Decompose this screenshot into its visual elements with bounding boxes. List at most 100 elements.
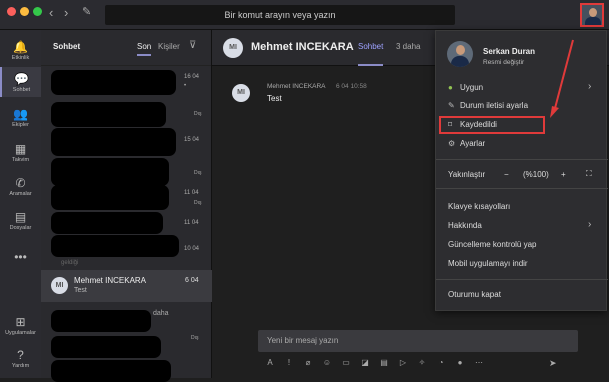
external-badge: Dış	[194, 200, 202, 206]
close-window-button[interactable]	[7, 7, 16, 16]
more-tabs-button[interactable]: 3 daha	[396, 42, 420, 51]
command-search-input[interactable]: Bir komut arayın veya yazın	[105, 5, 455, 25]
redacted-chat-item[interactable]	[51, 128, 176, 156]
rail-item-more[interactable]: •••	[0, 245, 41, 275]
sticker-icon[interactable]: ◪	[360, 358, 370, 368]
rail-item-ekipler[interactable]: 👥 Ekipler	[0, 102, 41, 132]
status-available-icon: ●	[448, 83, 453, 92]
keyboard-shortcuts-menu-item[interactable]: Klavye kısayolları	[448, 202, 510, 211]
chat-indicator: •	[184, 83, 187, 89]
chat-date: 16 04	[184, 74, 200, 80]
redacted-chat-item[interactable]	[51, 185, 169, 210]
status-message-menu-item[interactable]: ✎ Durum iletisi ayarla	[448, 101, 528, 110]
rail-item-label: Ekipler	[12, 122, 29, 128]
divider	[436, 159, 608, 160]
app-icon[interactable]: ●	[455, 358, 465, 368]
more-icon: •••	[14, 250, 27, 264]
rail-item-yardım[interactable]: ? Yardım	[0, 348, 41, 370]
profile-menu: Serkan Duran Resmi değiştir ● Uygun › ✎ Du…	[435, 30, 608, 311]
mobile-app-menu-item[interactable]: Mobil uygulamayı indir	[448, 259, 528, 268]
rail-item-etkinlik[interactable]: 🔔 Etkinlik	[0, 35, 41, 65]
redacted-chat-item[interactable]	[51, 102, 166, 127]
avatar: MI	[232, 84, 250, 102]
edit-message-icon: ✎	[448, 101, 455, 110]
attach-icon[interactable]: ⌀	[303, 358, 313, 368]
compose-toolbar: A ! ⌀ ☺ ▭ ◪ ▤ ▷ ✧ ◔ ● ⋯	[265, 358, 484, 370]
status-menu-item[interactable]: ● Uygun	[448, 83, 483, 92]
gear-icon: ⚙	[448, 139, 456, 148]
chat-date: 15 04	[184, 137, 200, 143]
rail-item-label: Dosyalar	[9, 225, 32, 231]
tab-contacts[interactable]: Kişiler	[158, 42, 180, 51]
rail-item-label: Uygulamalar	[5, 330, 36, 336]
redacted-chat-item[interactable]	[51, 70, 176, 95]
forward-icon[interactable]: ›	[64, 6, 68, 19]
tab-recent[interactable]: Son	[137, 42, 152, 56]
title-bar: ‹ › ✎ Bir komut arayın veya yazın	[0, 0, 609, 30]
chat-preview-partial: geldiği	[61, 260, 79, 266]
send-icon[interactable]: ➤	[549, 358, 557, 369]
back-icon[interactable]: ‹	[49, 6, 53, 19]
chat-list-title: Sohbet	[53, 42, 81, 51]
settings-menu-item[interactable]: ⚙ Ayarlar	[448, 139, 485, 148]
external-badge: Dış	[194, 170, 202, 176]
stream-icon[interactable]: ▷	[398, 358, 408, 368]
zoom-level: (%100)	[523, 170, 549, 179]
chat-item-preview: Test	[74, 287, 87, 294]
app-rail: 🔔 Etkinlik 💬 Sohbet 👥 Ekipler ▦ Takvim ✆ Aramalar…	[0, 30, 41, 378]
rail-item-sohbet[interactable]: 💬 Sohbet	[0, 67, 41, 97]
message-sender: Mehmet INCEKARA	[267, 83, 326, 90]
compose-icon[interactable]: ✎	[82, 6, 91, 19]
avatar: MI	[51, 277, 68, 294]
chat-date: 11 04	[184, 220, 199, 226]
message-time: 6 04 10:58	[336, 83, 367, 90]
zoom-in-button[interactable]: +	[561, 170, 566, 179]
filter-icon[interactable]: ⊽	[189, 40, 196, 51]
check-updates-menu-item[interactable]: Güncelleme kontrolü yap	[448, 240, 537, 249]
rail-item-label: Etkinlik	[11, 55, 30, 61]
divider	[436, 188, 608, 189]
praise-icon[interactable]: ✧	[417, 358, 427, 368]
more-options-icon[interactable]: ⋯	[474, 358, 484, 368]
about-menu-item[interactable]: Hakkında	[448, 221, 482, 230]
chat-item-selected[interactable]: MI Mehmet INCEKARA Test 6 04	[41, 270, 212, 302]
zoom-window-button[interactable]	[33, 7, 42, 16]
rail-item-dosyalar[interactable]: ▤ Dosyalar	[0, 205, 41, 235]
redacted-chat-item[interactable]	[51, 158, 169, 186]
chevron-right-icon: ›	[588, 81, 592, 92]
help-icon: ?	[17, 348, 24, 362]
files-icon: ▤	[14, 210, 27, 224]
redacted-chat-item[interactable]	[51, 360, 171, 382]
profile-avatar-button[interactable]	[580, 3, 604, 27]
chat-icon: 💬	[14, 72, 29, 86]
minimize-window-button[interactable]	[20, 7, 29, 16]
rail-item-label: Aramalar	[9, 191, 32, 197]
poll-icon[interactable]: ◔	[436, 358, 446, 368]
tab-chat[interactable]: Sohbet	[358, 42, 384, 66]
message-compose-input[interactable]: Yeni bir mesaj yazın	[258, 330, 578, 352]
redacted-chat-item[interactable]	[51, 310, 151, 332]
gif-icon[interactable]: ▭	[341, 358, 351, 368]
fullscreen-icon[interactable]: ⛶	[586, 169, 592, 179]
zoom-out-button[interactable]: −	[504, 170, 509, 179]
rail-item-label: Sohbet	[12, 87, 31, 93]
sign-out-menu-item[interactable]: Oturumu kapat	[448, 290, 501, 299]
chat-preview-partial: daha	[153, 310, 169, 317]
rail-item-aramalar[interactable]: ✆ Aramalar	[0, 171, 41, 201]
rail-item-uygulamalar[interactable]: ⊞ Uygulamalar	[0, 315, 41, 337]
meeting-icon[interactable]: ▤	[379, 358, 389, 368]
format-icon[interactable]: A	[265, 358, 275, 368]
bell-icon: 🔔	[13, 40, 28, 54]
emoji-icon[interactable]: ☺	[322, 358, 332, 368]
highlight-box	[439, 116, 545, 134]
rail-item-takvim[interactable]: ▦ Takvim	[0, 137, 41, 167]
teams-icon: 👥	[13, 107, 28, 121]
priority-icon[interactable]: !	[284, 358, 294, 368]
change-picture-link[interactable]: Resmi değiştir	[483, 59, 524, 66]
external-badge: Dış	[194, 111, 202, 117]
redacted-chat-item[interactable]	[51, 336, 161, 358]
redacted-chat-item[interactable]	[51, 235, 179, 257]
chat-date: 10 04	[184, 246, 200, 252]
redacted-chat-item[interactable]	[51, 212, 163, 234]
zoom-label: Yakınlaştır	[448, 170, 486, 179]
